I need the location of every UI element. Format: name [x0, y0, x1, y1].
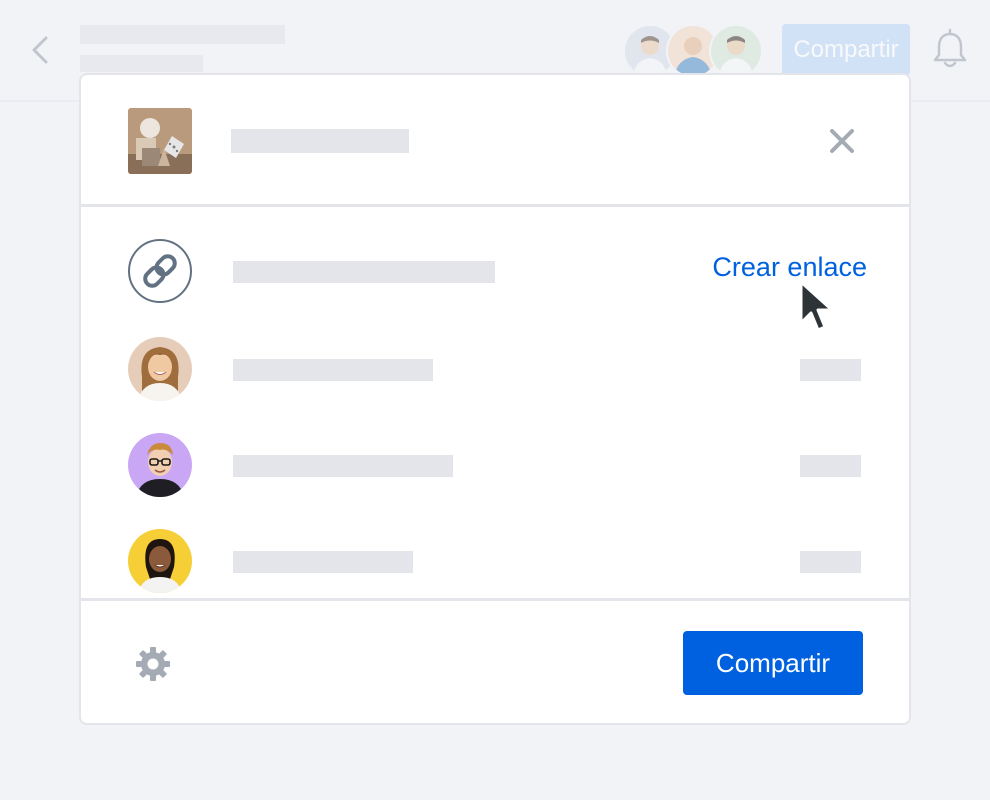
create-link-button[interactable]: Crear enlace [697, 252, 867, 283]
member-permission-placeholder[interactable] [800, 359, 861, 381]
close-icon[interactable] [827, 126, 857, 156]
back-chevron-icon[interactable] [26, 30, 56, 70]
header-share-button[interactable]: Compartir [782, 24, 910, 76]
share-button[interactable]: Compartir [683, 631, 863, 695]
member-row [81, 433, 909, 497]
page: Compartir Crear enlace Compartir [0, 0, 990, 800]
bell-icon[interactable] [928, 28, 972, 72]
share-list: Crear enlace [81, 207, 909, 598]
file-name-placeholder [231, 129, 409, 153]
member-name-placeholder [233, 551, 413, 573]
file-title-placeholder [80, 25, 285, 44]
file-subtitle-placeholder [80, 55, 203, 72]
member-permission-placeholder[interactable] [800, 455, 861, 477]
member-name-placeholder [233, 359, 433, 381]
share-dialog: Crear enlace Compartir [79, 73, 911, 725]
file-thumbnail [128, 108, 192, 174]
dialog-header [81, 75, 909, 207]
member-row [81, 337, 909, 401]
gear-icon[interactable] [134, 645, 172, 683]
mouse-pointer-icon [799, 280, 834, 332]
link-icon [143, 254, 177, 288]
link-row: Crear enlace [81, 239, 909, 303]
member-avatar [128, 529, 192, 593]
member-avatar [128, 433, 192, 497]
member-row [81, 529, 909, 593]
collaborator-avatar[interactable] [709, 24, 763, 78]
link-icon-circle [128, 239, 192, 303]
link-description-placeholder [233, 261, 495, 283]
member-avatar [128, 337, 192, 401]
dialog-footer: Compartir [81, 598, 909, 723]
member-name-placeholder [233, 455, 453, 477]
member-permission-placeholder[interactable] [800, 551, 861, 573]
